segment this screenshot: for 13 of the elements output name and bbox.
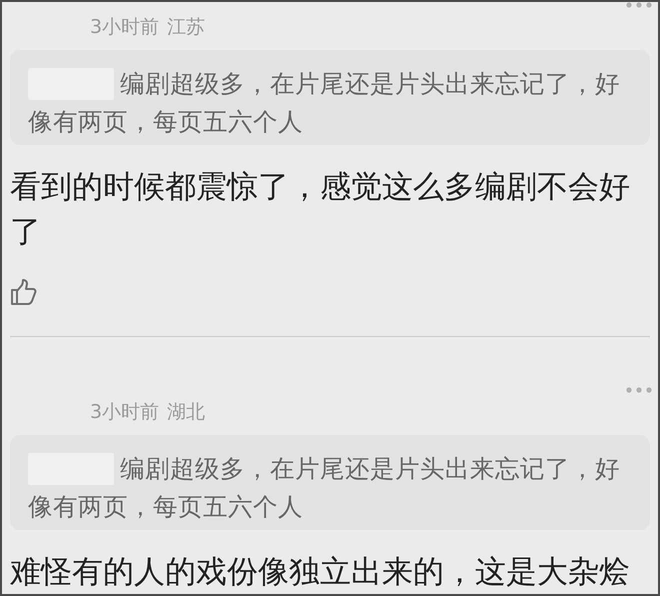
comment-location: 江苏 xyxy=(167,15,206,39)
quoted-text: 编剧超级多，在片尾还是片头出来忘记了，好 xyxy=(120,453,620,485)
comment-location: 湖北 xyxy=(167,400,206,424)
more-icon[interactable] xyxy=(626,387,652,393)
more-icon[interactable] xyxy=(626,2,652,8)
comment-text: 难怪有的人的戏份像独立出来的，这是大杂烩 xyxy=(10,553,631,592)
comment-text: 看到的时候都震惊了，感觉这么多编剧不会好了 xyxy=(10,168,631,252)
comment-time: 3小时前 xyxy=(90,400,160,424)
thumbs-up-icon[interactable] xyxy=(10,278,38,306)
comment-time: 3小时前 xyxy=(90,15,160,39)
quoted-text: 编剧超级多，在片尾还是片头出来忘记了，好 xyxy=(120,68,620,100)
quoted-text: 像有两页，每页五六个人 xyxy=(28,491,303,523)
quoted-text: 像有两页，每页五六个人 xyxy=(28,106,303,138)
